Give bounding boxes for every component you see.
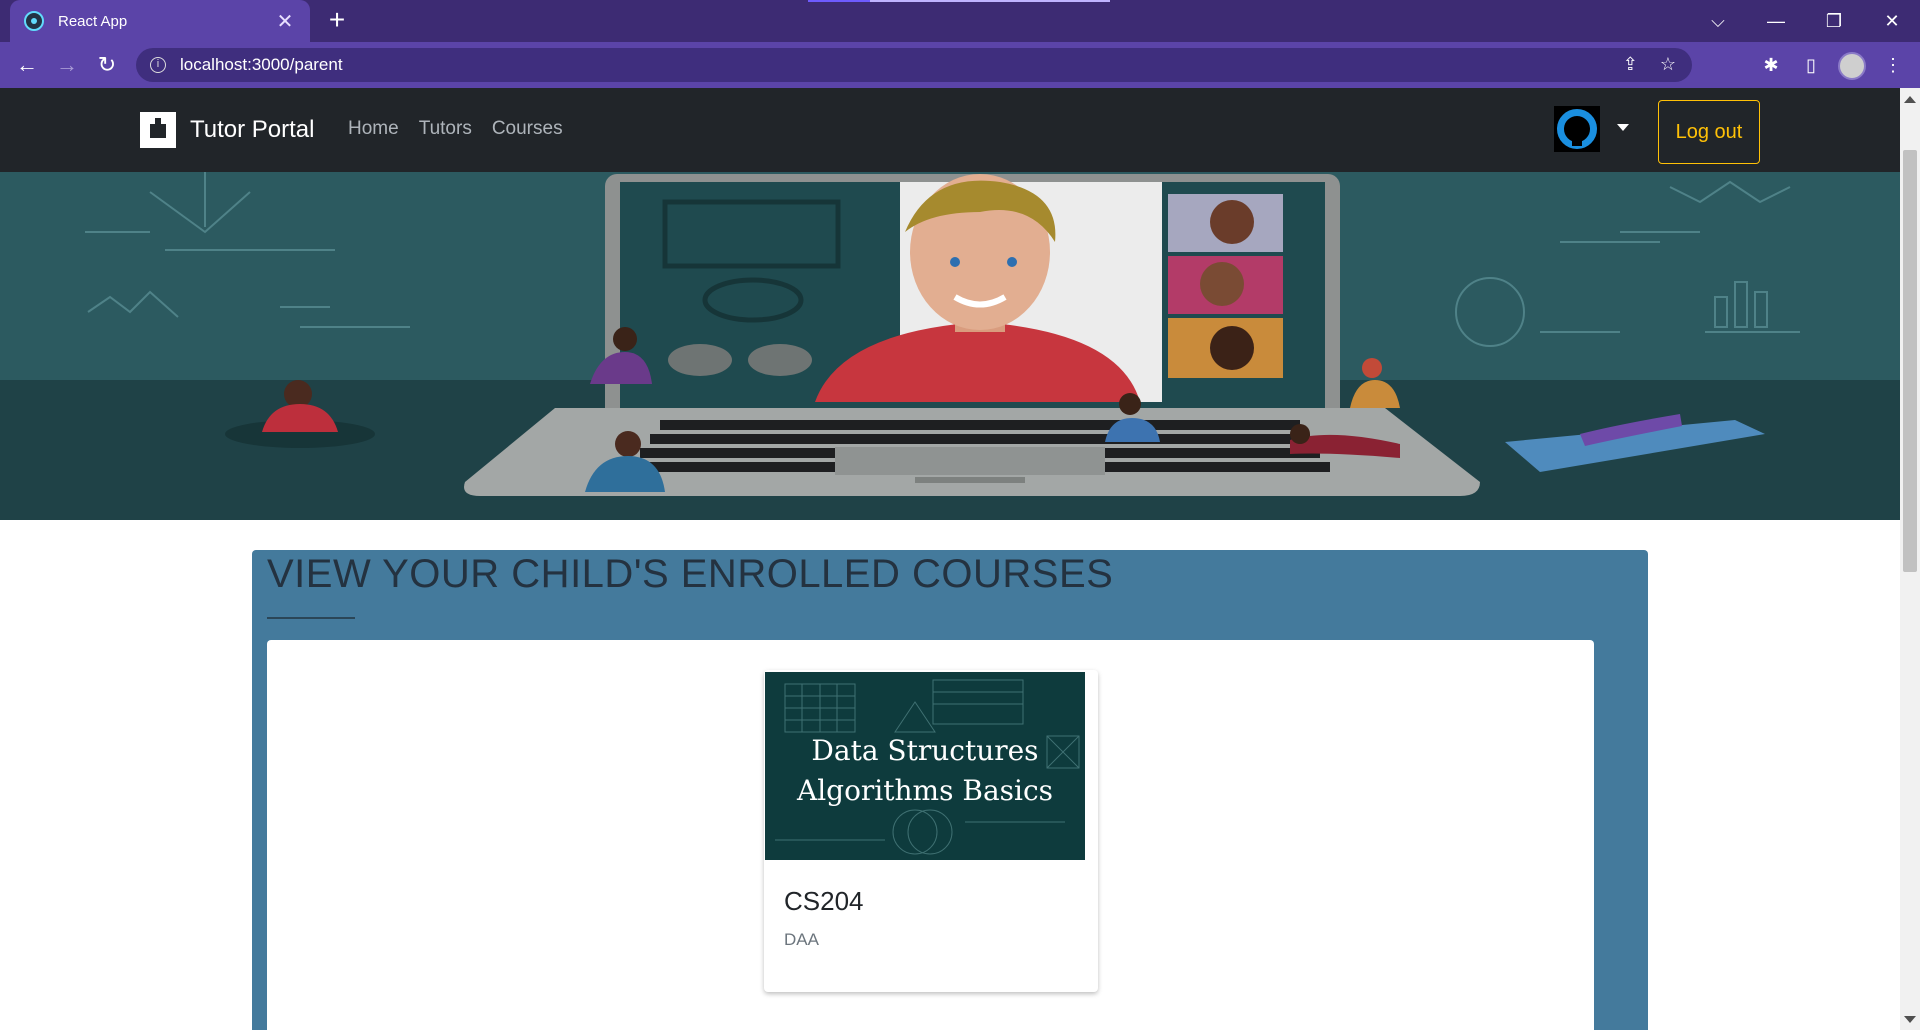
scrollbar-thumb[interactable] <box>1903 150 1917 572</box>
online-learning-illustration <box>0 172 1900 520</box>
brand-logo-icon <box>140 112 176 148</box>
minimize-button[interactable]: — <box>1748 0 1804 42</box>
course-image-title-line2: Algorithms Basics <box>796 774 1054 807</box>
react-favicon-icon <box>24 11 44 31</box>
nav-link-home[interactable]: Home <box>348 118 399 140</box>
address-bar[interactable]: i localhost:3000/parent ⇪ ☆ <box>136 48 1692 82</box>
back-button[interactable]: ← <box>12 50 42 80</box>
user-avatar-icon <box>1557 109 1597 149</box>
section-heading: VIEW YOUR CHILD'S ENROLLED COURSES <box>267 552 1114 596</box>
tab-close-icon[interactable]: ✕ <box>274 9 296 34</box>
logout-button[interactable]: Log out <box>1658 100 1760 164</box>
close-window-button[interactable]: ✕ <box>1864 0 1920 42</box>
enrolled-courses-section: VIEW YOUR CHILD'S ENROLLED COURSES Data … <box>252 550 1648 1030</box>
tab-title: React App <box>58 12 128 30</box>
forward-button[interactable]: → <box>52 50 82 80</box>
course-image-title-line1: Data Structures <box>811 734 1039 767</box>
site-info-icon[interactable]: i <box>150 57 166 73</box>
heading-underline <box>267 617 355 619</box>
app-navbar: Tutor Portal Home Tutors Courses Log out <box>0 88 1900 172</box>
course-code: CS204 <box>784 886 864 916</box>
browser-toolbar: ← → ↻ i localhost:3000/parent ⇪ ☆ ✱ ▯ ⋮ <box>0 42 1920 88</box>
side-panel-icon[interactable]: ▯ <box>1796 50 1826 80</box>
user-dropdown-caret-icon[interactable] <box>1617 124 1629 131</box>
profile-avatar[interactable] <box>1838 52 1866 80</box>
course-card[interactable]: Data Structures Algorithms Basics CS204 … <box>764 670 1098 992</box>
courses-panel: Data Structures Algorithms Basics CS204 … <box>267 640 1594 1030</box>
url-text[interactable]: localhost:3000/parent <box>180 55 343 75</box>
share-icon[interactable]: ⇪ <box>1623 54 1638 75</box>
loading-bar <box>808 0 1110 2</box>
reload-button[interactable]: ↻ <box>92 50 122 80</box>
hero-banner <box>0 172 1900 520</box>
tab-search-icon[interactable]: ⌵ <box>1690 0 1746 42</box>
browser-tab[interactable]: React App ✕ <box>10 0 310 42</box>
course-image: Data Structures Algorithms Basics <box>765 672 1085 860</box>
scroll-down-arrow-icon[interactable] <box>1904 1016 1916 1023</box>
new-tab-button[interactable]: + <box>322 4 352 36</box>
user-avatar[interactable] <box>1554 106 1600 152</box>
restore-button[interactable]: ❐ <box>1806 0 1862 42</box>
browser-tab-strip: React App ✕ + ⌵ — ❐ ✕ <box>0 0 1920 42</box>
brand-name: Tutor Portal <box>190 116 315 143</box>
bookmark-star-icon[interactable]: ☆ <box>1660 54 1676 75</box>
brand-link[interactable]: Tutor Portal <box>140 112 315 148</box>
scroll-up-arrow-icon[interactable] <box>1904 96 1916 103</box>
course-name: DAA <box>784 930 819 949</box>
nav-link-tutors[interactable]: Tutors <box>419 118 472 140</box>
nav-links: Home Tutors Courses <box>348 118 563 140</box>
browser-menu-icon[interactable]: ⋮ <box>1878 50 1908 80</box>
nav-link-courses[interactable]: Courses <box>492 118 563 140</box>
extensions-icon[interactable]: ✱ <box>1756 50 1786 80</box>
